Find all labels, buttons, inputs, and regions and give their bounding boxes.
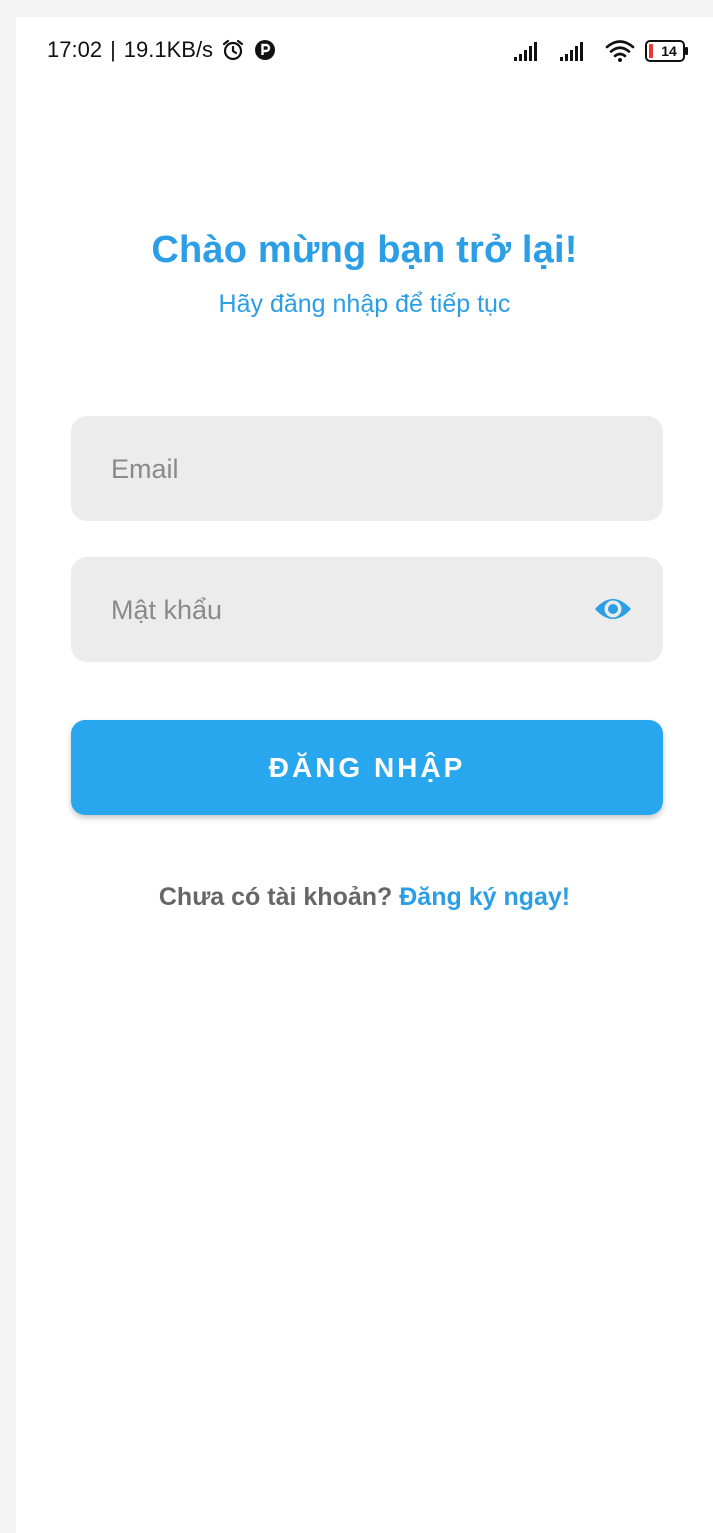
status-right: 14 [513,38,689,64]
status-separator: | [110,37,116,62]
status-bar: 17:02 | 19.1KB/s 14 [16,17,713,81]
status-left: 17:02 | 19.1KB/s [47,37,277,63]
page-subtitle: Hãy đăng nhập để tiếp tục [218,290,511,318]
app-screen: 17:02 | 19.1KB/s 14 Chào mừng bạn trở lạ… [16,17,713,1533]
password-field-container [71,557,663,664]
status-network-speed: 19.1KB/s [123,37,214,62]
page-title: Chào mừng bạn trở lại! [151,229,578,271]
eye-icon[interactable] [593,592,633,626]
wifi-icon [605,39,635,63]
battery-level: 14 [661,43,677,59]
app-notification-icon [253,38,277,62]
email-field[interactable] [109,416,583,523]
email-field-container [71,416,663,523]
status-time: 17:02 [47,37,103,62]
signup-link[interactable]: Đăng ký ngay! [399,883,570,911]
alarm-icon [221,38,245,62]
signal-icon [559,40,595,62]
password-field[interactable] [109,557,583,664]
signal-icon [513,40,549,62]
signup-prompt: Chưa có tài khoản? [158,883,393,911]
signup-line: Chưa có tài khoản? Đăng ký ngay! [16,883,713,912]
login-button[interactable]: ĐĂNG NHẬP [71,720,663,815]
battery-icon: 14 [645,40,689,62]
